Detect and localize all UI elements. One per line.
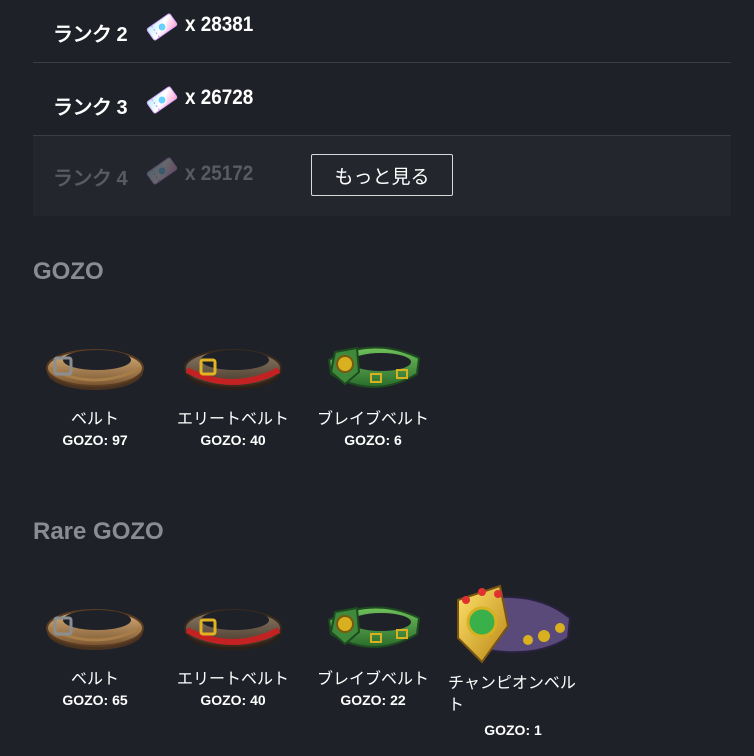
rank-label: ランク 2 bbox=[53, 24, 128, 46]
ticket-icon bbox=[146, 157, 178, 185]
rare-gozo-item-brave-belt[interactable]: ブレイブベルト GOZO: 22 bbox=[303, 590, 443, 710]
ranking-list: ランク 2 x 28381 ランク 3 x 26728 ランク 4 x 2517… bbox=[33, 0, 731, 216]
item-name: エリートベルト bbox=[176, 669, 289, 688]
item-name: ブレイブベルト bbox=[316, 409, 429, 428]
ticket-icon bbox=[146, 86, 178, 114]
belt-elite-icon bbox=[184, 609, 282, 650]
ticket-count: x 26728 bbox=[185, 86, 254, 109]
rank-row: ランク 2 x 28381 bbox=[33, 0, 731, 63]
rare-gozo-section-title: Rare GOZO bbox=[33, 518, 164, 545]
item-count: GOZO: 22 bbox=[340, 692, 406, 708]
rare-gozo-item-champion-belt[interactable]: チャンピオンベルト GOZO: 1 bbox=[448, 578, 578, 740]
belt-brown-icon bbox=[46, 349, 144, 390]
gozo-item-brave-belt[interactable]: ブレイブベルト GOZO: 6 bbox=[303, 330, 443, 450]
rank-row: ランク 4 x 25172 もっと見る bbox=[33, 136, 731, 216]
rare-gozo-item-belt[interactable]: ベルト GOZO: 65 bbox=[25, 590, 165, 710]
item-count: GOZO: 1 bbox=[484, 722, 542, 738]
item-name: チャンピオンベルト bbox=[448, 673, 576, 714]
gozo-section-title: GOZO bbox=[33, 258, 104, 285]
item-count: GOZO: 65 bbox=[62, 692, 128, 708]
ticket-icon bbox=[146, 13, 178, 41]
item-name: ブレイブベルト bbox=[316, 669, 429, 688]
belt-brave-icon bbox=[327, 346, 421, 388]
ticket-count: x 28381 bbox=[185, 13, 254, 36]
item-name: エリートベルト bbox=[176, 409, 289, 428]
gozo-item-elite-belt[interactable]: エリートベルト GOZO: 40 bbox=[163, 330, 303, 450]
show-more-button[interactable]: もっと見る bbox=[311, 154, 453, 196]
belt-champion-icon bbox=[457, 584, 572, 664]
item-name: ベルト bbox=[70, 409, 119, 428]
rank-row: ランク 3 x 26728 bbox=[33, 63, 731, 136]
rare-gozo-item-elite-belt[interactable]: エリートベルト GOZO: 40 bbox=[163, 590, 303, 710]
item-count: GOZO: 40 bbox=[200, 432, 266, 448]
rank-label: ランク 4 bbox=[53, 168, 128, 190]
belt-brown-icon bbox=[46, 609, 144, 650]
rank-label: ランク 3 bbox=[53, 97, 128, 119]
item-count: GOZO: 40 bbox=[200, 692, 266, 708]
ticket-count: x 25172 bbox=[185, 162, 254, 185]
gozo-item-belt[interactable]: ベルト GOZO: 97 bbox=[25, 330, 165, 450]
item-count: GOZO: 6 bbox=[344, 432, 402, 448]
item-name: ベルト bbox=[70, 669, 119, 688]
belt-elite-icon bbox=[184, 349, 282, 390]
item-count: GOZO: 97 bbox=[62, 432, 128, 448]
belt-brave-icon bbox=[327, 606, 421, 648]
